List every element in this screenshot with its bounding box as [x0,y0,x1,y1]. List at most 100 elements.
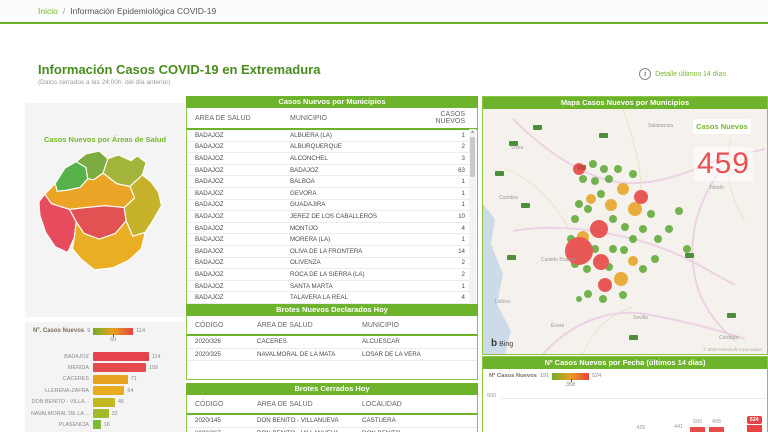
table-row[interactable]: 2020/325 NAVALMORAL DE LA MATA LOSAR DE LA… [187,349,477,361]
table-row[interactable]: BADAJOZ GEVORA 1 [187,188,477,200]
area-bar-row[interactable]: PLASENCIA 16 [31,420,110,430]
table-row[interactable]: BADAJOZ OLIVA DE LA FRONTERA 14 [187,246,477,258]
col-header-area-de-salud[interactable]: ÁREA DE SALUD [187,115,290,122]
table-row[interactable]: 2020/267DON BENITO - VILLANUEVADON BENIT… [187,428,477,432]
col-header-codigo[interactable]: CÓDIGO [187,401,257,408]
detail-last-14-days-link[interactable]: i Detalle últimos 14 días [639,68,726,80]
bubble-mid[interactable] [605,199,617,211]
bubble-low[interactable] [605,175,613,183]
table-row[interactable]: BADAJOZ JEREZ DE LOS CABALLEROS 10 [187,211,477,223]
bubble-low[interactable] [599,295,607,303]
bubble-mid[interactable] [628,202,642,216]
bubble-low[interactable] [609,245,617,253]
bubble-mid[interactable] [586,194,596,204]
fecha-bar-chart: 1913093072843082342234253384415004982745… [501,385,765,432]
bar[interactable] [93,363,146,373]
col-header-municipio[interactable]: MUNICIPIO [362,322,477,329]
bubble-high[interactable] [634,190,648,204]
col-header-casos-nuevos[interactable]: CASOS NUEVOS [425,111,477,125]
col-header-area-de-salud[interactable]: ÁREA DE SALUD [257,401,362,408]
bubble-low[interactable] [683,245,691,253]
bubble-low[interactable] [665,225,673,233]
bubble-low[interactable] [620,246,628,254]
table-row[interactable]: 2020/145 DON BENITO - VILLANUEVA CASTUERA [187,415,477,428]
bubble-low[interactable] [621,223,629,231]
bing-map[interactable]: Salamanca Viseu Coimbra Castelo Branco Toled… [483,109,767,354]
col-header-localidad[interactable]: LOCALIDAD [362,401,477,408]
bubble-high[interactable] [573,163,585,175]
area-bar-row[interactable]: BADAJOZ 114 [31,352,160,361]
bubble-low[interactable] [629,235,637,243]
col-header-municipio[interactable]: MUNICIPIO [290,115,425,122]
bubble-low[interactable] [600,165,608,173]
bubble-low[interactable] [654,235,662,243]
bar[interactable] [93,397,116,407]
bar[interactable] [93,409,109,418]
bubble-mid[interactable] [617,183,629,195]
fecha-bar-value-label: 524 [746,416,762,425]
bubble-mid[interactable] [614,272,628,286]
table-row[interactable]: BADAJOZ ALBURQUERQUE 2 [187,142,477,154]
table-row[interactable]: BADAJOZ GUADAJIRA 1 [187,200,477,212]
area-bar-row[interactable]: DON BENITO - VILLA... 45 [31,397,124,407]
bubble-low[interactable] [675,207,683,215]
bubble-low[interactable] [619,291,627,299]
brotes-cerrados-rows: 2020/145DON BENITO - VILLANUEVACASTUERA2… [187,415,477,432]
area-bar-row[interactable]: NAVALMORAL DE LA ... 32 [31,409,118,418]
bubble-low[interactable] [591,177,599,185]
bubble-low[interactable] [614,165,622,173]
table-row[interactable]: BADAJOZ SANTA MARTA 1 [187,281,477,293]
bubble-low[interactable] [571,215,579,223]
bubble-low[interactable] [597,190,605,198]
bubble-low[interactable] [629,170,637,178]
area-bar-row[interactable]: MÉRIDA 108 [31,363,158,373]
extremadura-choropleth-map[interactable] [38,148,172,292]
fecha-bar[interactable]: 500 [690,419,705,432]
bubble-high[interactable] [590,220,608,238]
table-row[interactable]: 2020/326 CÁCERES ALCUESCAR [187,336,477,349]
bubble-low[interactable] [576,296,582,302]
table-row[interactable]: BADAJOZ MONTIJO 4 [187,223,477,235]
bubble-high[interactable] [598,278,612,292]
bubble-low[interactable] [639,265,647,273]
bubble-low[interactable] [609,215,617,223]
fecha-bar[interactable]: 524 [746,416,762,432]
area-bar-row[interactable]: LLERENA-ZAFRA 64 [31,386,133,396]
col-header-area-de-salud[interactable]: ÁREA DE SALUD [257,322,362,329]
bar[interactable] [93,374,128,384]
table-scrollbar[interactable]: ▲ ▼ [469,129,476,315]
table-row[interactable]: BADAJOZ OLIVENZA 2 [187,258,477,270]
table-row[interactable]: BADAJOZ ROCA DE LA SIERRA (LA) 2 [187,269,477,281]
bubble-low[interactable] [575,200,583,208]
bar[interactable] [93,420,101,430]
bubble-low[interactable] [584,205,592,213]
city-label: Córdoba [719,335,739,341]
table-row[interactable]: BADAJOZ TALAVERA LA REAL 4 [187,292,477,304]
table-cell: BADAJOZ [195,212,224,220]
bubble-low[interactable] [639,225,647,233]
table-row[interactable]: BADAJOZ BADAJOZ 63 [187,165,477,177]
breadcrumb-home-link[interactable]: Inicio [38,6,58,16]
area-bar-row[interactable]: CÁCERES 71 [31,374,137,384]
fecha-bar[interactable]: 498 [708,419,724,432]
bubble-mid[interactable] [628,256,638,266]
table-row[interactable]: BADAJOZ ALBUERA (LA) 1 [187,130,477,142]
bubble-low[interactable] [584,290,592,298]
bar[interactable] [93,352,149,361]
bubble-low[interactable] [579,175,587,183]
scroll-up-icon[interactable]: ▲ [469,129,476,136]
table-row[interactable]: BADAJOZ BALBOA 1 [187,176,477,188]
col-header-codigo[interactable]: CÓDIGO [187,322,257,329]
bing-logo[interactable]: b Bing [491,338,513,349]
scrollbar-thumb[interactable] [470,137,475,177]
table-cell: OLIVA DE LA FRONTERA [290,247,363,255]
table-row[interactable]: BADAJOZ MORERA (LA) 1 [187,234,477,246]
table-row[interactable]: BADAJOZ ALCONCHEL 3 [187,153,477,165]
page-subtitle: (Datos cerrados a las 24:00h. del día an… [38,79,171,86]
bubble-low[interactable] [647,210,655,218]
bubble-low[interactable] [651,255,659,263]
bubble-low[interactable] [589,160,597,168]
bubble-low[interactable] [583,265,591,273]
bar[interactable] [93,386,125,396]
bubble-high[interactable] [593,254,609,270]
